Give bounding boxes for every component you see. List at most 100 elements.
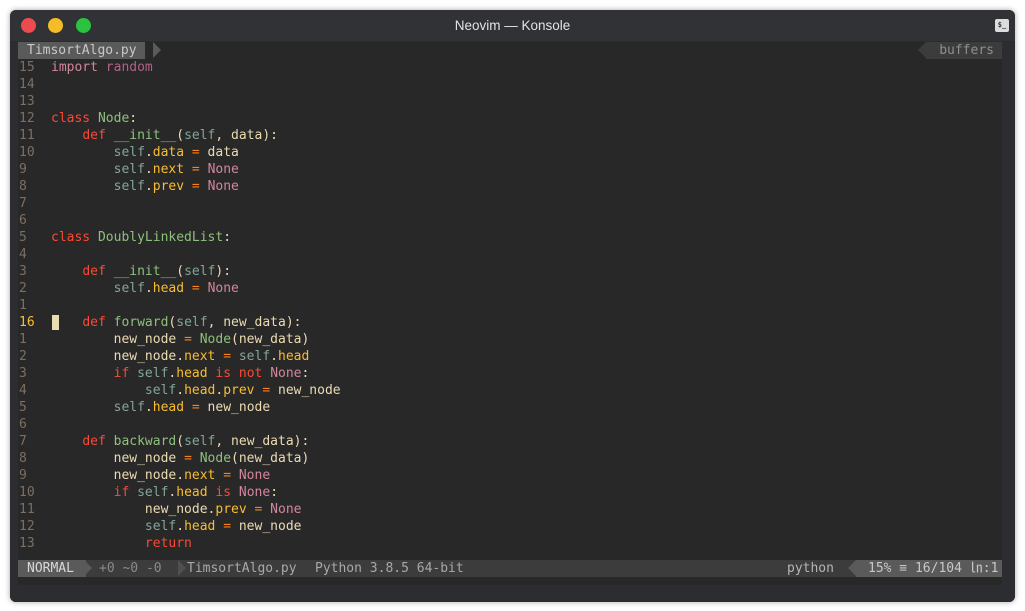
line-number: 7 [19, 434, 27, 449]
code-token: ( [176, 128, 185, 143]
line-number: 15 [19, 60, 35, 75]
code-line[interactable]: 2 self.head = None [18, 280, 1002, 297]
code-token: self [176, 315, 208, 330]
code-token: ): [215, 264, 232, 279]
code-token: self [113, 281, 145, 296]
code-token: prev [215, 502, 247, 517]
code-line[interactable]: 14 [18, 76, 1002, 93]
code-token: : [301, 366, 310, 381]
code-token: , new_data): [207, 315, 302, 330]
code-token: : [223, 230, 232, 245]
code-line[interactable]: 12 self.head = new_node [18, 518, 1002, 535]
code-line[interactable]: 10 if self.head is None: [18, 484, 1002, 501]
terminal-icon[interactable]: $_ [995, 19, 1009, 32]
code-token: head [176, 366, 208, 381]
code-line[interactable]: 8 new_node = Node(new_data) [18, 450, 1002, 467]
cursor-position: 15% ≡ 16/104 ㏑:1 [856, 560, 1002, 577]
tab-timsortalgo[interactable]: TimsortAlgo.py [18, 42, 145, 59]
code-line[interactable]: 3 def __init__(self): [18, 263, 1002, 280]
line-number: 11 [19, 502, 35, 517]
mode-indicator: NORMAL [18, 560, 86, 577]
code-line[interactable]: 4 self.head.prev = new_node [18, 382, 1002, 399]
code-line[interactable]: 11 new_node.prev = None [18, 501, 1002, 518]
code-token: self [144, 383, 177, 398]
statusline-filename: TimsortAlgo.py [187, 561, 297, 576]
code-line[interactable]: 3 if self.head is not None: [18, 365, 1002, 382]
code-token: self [113, 179, 145, 194]
buffers-label[interactable]: buffers [926, 42, 1002, 59]
code-token: data [152, 145, 185, 160]
code-token: None [238, 485, 271, 500]
code-line[interactable]: 13 [18, 93, 1002, 110]
code-line[interactable]: 11 def __init__(self, data): [18, 127, 1002, 144]
code-line[interactable]: 1 new_node = Node(new_data) [18, 331, 1002, 348]
hunks-separator-arrow [178, 560, 186, 576]
code-token: forward [113, 315, 169, 330]
code-token: = [191, 179, 200, 194]
code-token: is [215, 366, 232, 381]
command-line[interactable] [18, 577, 1002, 585]
code-area[interactable]: 15 import random 14 13 12 class Node: 11 def _… [18, 59, 1002, 560]
code-line[interactable]: 6 [18, 416, 1002, 433]
code-token: = [223, 349, 232, 364]
code-line[interactable]: 5 self.head = new_node [18, 399, 1002, 416]
line-number: 1 [19, 332, 27, 347]
code-token: . [144, 281, 153, 296]
code-text: self.head = new_node [51, 399, 271, 416]
code-line[interactable]: 7 [18, 195, 1002, 212]
code-token: None [207, 162, 239, 177]
code-token: new_node [51, 451, 185, 466]
code-token: self [113, 162, 145, 177]
line-number: 2 [19, 281, 27, 296]
line-number: 14 [19, 77, 35, 92]
mode-separator-arrow [84, 560, 92, 576]
line-number: 13 [19, 536, 35, 551]
code-token: (new_data) [231, 332, 310, 347]
code-token: head [184, 383, 216, 398]
code-line[interactable]: 9 self.next = None [18, 161, 1002, 178]
code-line[interactable]: 4 [18, 246, 1002, 263]
code-line[interactable]: 12 class Node: [18, 110, 1002, 127]
code-line[interactable]: 8 self.prev = None [18, 178, 1002, 195]
code-line[interactable]: 15 import random [18, 59, 1002, 76]
code-text: self.head = None [51, 280, 239, 297]
code-text: import random [51, 59, 153, 76]
code-token: ( [176, 264, 185, 279]
code-line[interactable]: 2 new_node.next = self.head [18, 348, 1002, 365]
neovim-editor[interactable]: TimsortAlgo.py buffers 15 import random 14… [18, 42, 1002, 585]
code-token: random [105, 60, 153, 75]
code-text: class DoublyLinkedList: [51, 229, 231, 246]
code-text: new_node = Node(new_data) [51, 450, 310, 467]
code-text: self.prev = None [51, 178, 239, 195]
code-line[interactable]: 1 [18, 297, 1002, 314]
code-line[interactable]: 13 return [18, 535, 1002, 552]
code-token: head [152, 400, 185, 415]
code-line[interactable]: 9 new_node.next = None [18, 467, 1002, 484]
title-bar[interactable]: Neovim — Konsole $_ [10, 10, 1015, 42]
code-token: . [270, 349, 278, 364]
code-token: = [223, 519, 232, 534]
code-token: def [82, 264, 106, 279]
code-line[interactable]: 5 class DoublyLinkedList: [18, 229, 1002, 246]
code-line[interactable]: 6 [18, 212, 1002, 229]
line-number: 8 [19, 451, 27, 466]
code-line[interactable]: 16 def forward(self, new_data): [18, 314, 1002, 331]
code-line[interactable]: 7 def backward(self, new_data): [18, 433, 1002, 450]
code-token: def [82, 434, 106, 449]
code-line[interactable]: 10 self.data = data [18, 144, 1002, 161]
code-token: . [144, 145, 153, 160]
